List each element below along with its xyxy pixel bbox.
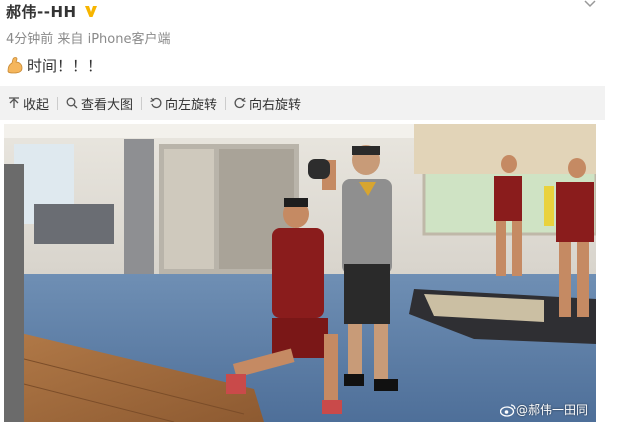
search-icon bbox=[66, 97, 78, 109]
chevron-down-icon[interactable] bbox=[583, 0, 597, 11]
post-text: 时间！！！ bbox=[27, 57, 103, 75]
post-header: 郝伟--HH bbox=[6, 0, 99, 22]
rotate-left-icon bbox=[150, 97, 162, 109]
rotate-right-icon bbox=[234, 97, 246, 109]
watermark-text: @郝伟一田同 bbox=[515, 403, 588, 417]
gym-photo-illustration bbox=[4, 124, 596, 422]
weibo-post: 郝伟--HH 4分钟前 来自 iPhone客户端 时间！！！ 收起 查看大图 向… bbox=[0, 0, 621, 422]
view-large-button[interactable]: 查看大图 bbox=[58, 94, 141, 113]
author-name[interactable]: 郝伟--HH bbox=[6, 1, 77, 22]
image-toolbar: 收起 查看大图 向左旋转 向右旋转 bbox=[0, 86, 605, 120]
photo-watermark: @郝伟一田同 bbox=[499, 401, 588, 418]
rotate-right-label: 向右旋转 bbox=[249, 97, 302, 113]
view-large-label: 查看大图 bbox=[81, 97, 134, 113]
rotate-left-label: 向左旋转 bbox=[165, 97, 218, 113]
rotate-right-button[interactable]: 向右旋转 bbox=[226, 94, 309, 113]
post-source[interactable]: iPhone客户端 bbox=[88, 32, 171, 47]
source-prefix: 来自 bbox=[57, 32, 84, 47]
post-content: 时间！！！ bbox=[5, 55, 102, 76]
collapse-button[interactable]: 收起 bbox=[0, 94, 57, 113]
collapse-label: 收起 bbox=[23, 97, 50, 113]
post-image[interactable]: @郝伟一田同 bbox=[4, 124, 596, 422]
collapse-icon bbox=[9, 97, 19, 108]
flexed-biceps-icon bbox=[7, 56, 23, 73]
post-meta: 4分钟前 来自 iPhone客户端 bbox=[6, 28, 170, 47]
weibo-icon bbox=[499, 403, 516, 417]
post-time[interactable]: 4分钟前 bbox=[6, 32, 53, 47]
verified-badge-icon bbox=[84, 6, 97, 17]
rotate-left-button[interactable]: 向左旋转 bbox=[142, 94, 225, 113]
